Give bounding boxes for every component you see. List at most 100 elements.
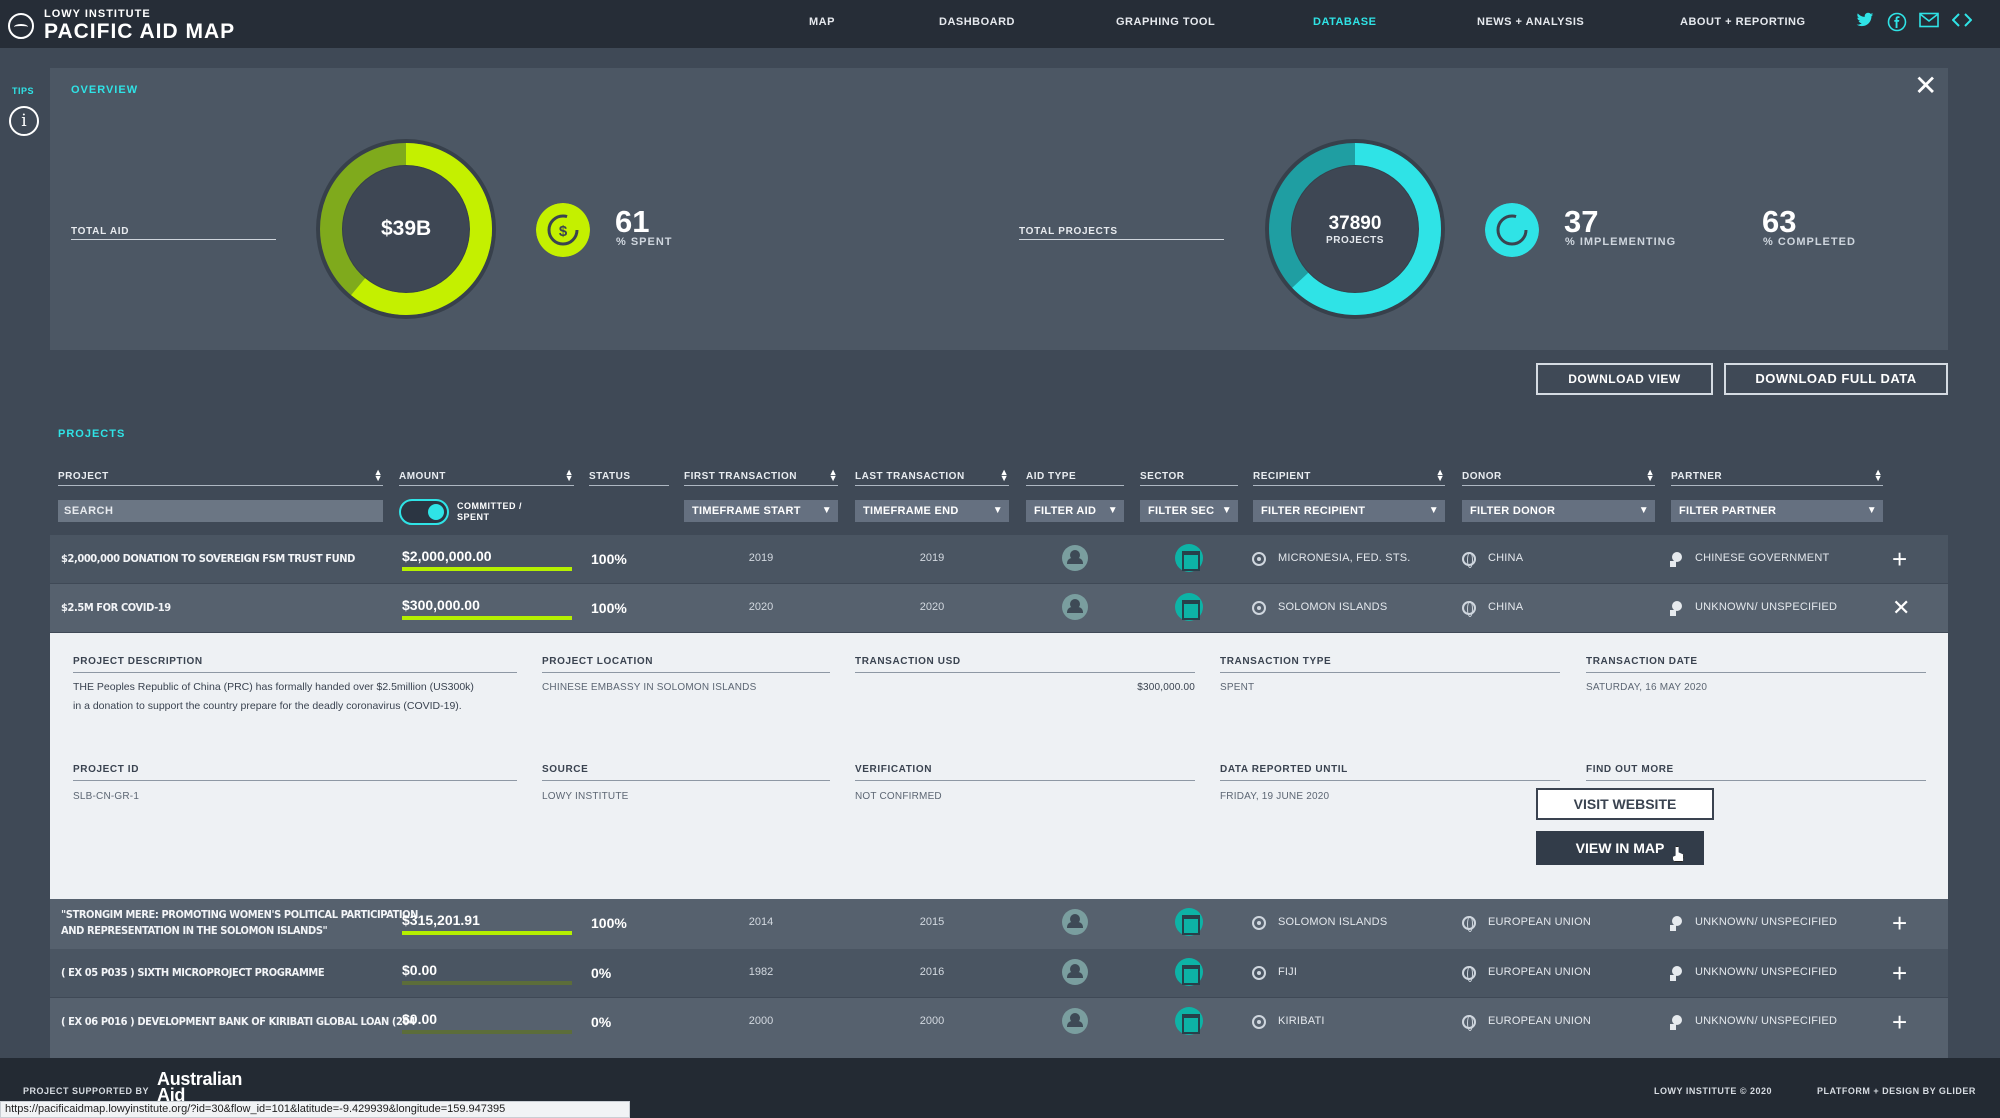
amount-bar [402, 567, 572, 571]
sort-icon[interactable]: ▲ ▼ [565, 468, 574, 483]
download-view-button[interactable]: DOWNLOAD VIEW [1536, 363, 1713, 395]
amount-value: $300,000.00 [402, 597, 480, 613]
filter-partner-select[interactable]: FILTER PARTNER ▼ [1671, 500, 1883, 522]
last-transaction: 2016 [919, 966, 945, 978]
donor-value: EUROPEAN UNION [1488, 1015, 1592, 1027]
mail-icon[interactable] [1919, 12, 1939, 32]
table-row[interactable]: $2,000,000 DONATION TO SOVEREIGN FSM TRU… [50, 535, 1948, 583]
implementing-icon [1485, 203, 1539, 257]
column-aid-type: AID TYPE [1026, 471, 1124, 486]
filter-recipient-select[interactable]: FILTER RECIPIENT ▼ [1253, 500, 1445, 522]
visit-website-button[interactable]: VISIT WEBSITE [1536, 788, 1714, 820]
column-project[interactable]: PROJECT ▲ ▼ [58, 468, 383, 486]
amount-bar [402, 931, 572, 935]
logo-title: PACIFIC AID MAP [44, 20, 236, 43]
location-pin-icon [1252, 966, 1266, 980]
nav-dashboard[interactable]: DASHBOARD [939, 16, 1015, 28]
expand-row-icon[interactable]: + [1892, 1009, 1907, 1035]
download-full-data-button[interactable]: DOWNLOAD FULL DATA [1724, 363, 1948, 395]
aid-type-icon[interactable] [1062, 909, 1088, 935]
filter-aid-select[interactable]: FILTER AID ▼ [1026, 500, 1124, 522]
project-name: $2.5M FOR COVID-19 [61, 601, 171, 614]
table-row[interactable]: ( EX 06 P016 ) DEVELOPMENT BANK OF KIRIB… [50, 998, 1948, 1058]
timeframe-end-select[interactable]: TIMEFRAME END ▼ [855, 500, 1009, 522]
table-row[interactable]: $2.5M FOR COVID-19 $300,000.00 100% 2020… [50, 584, 1948, 632]
expand-row-icon[interactable]: + [1892, 910, 1907, 936]
nav-map[interactable]: MAP [809, 16, 835, 28]
expand-row-icon[interactable]: + [1892, 960, 1907, 986]
amount-bar [402, 616, 572, 620]
nav-graphing-tool[interactable]: GRAPHING TOOL [1116, 16, 1215, 28]
sort-icon[interactable]: ▲ ▼ [374, 468, 383, 483]
partner-value: UNKNOWN/ UNSPECIFIED [1695, 1015, 1838, 1027]
column-first-transaction[interactable]: FIRST TRANSACTION ▲ ▼ [684, 468, 838, 486]
column-last-transaction[interactable]: LAST TRANSACTION ▲ ▼ [855, 468, 1009, 486]
globe-icon [1462, 552, 1476, 568]
expand-row-icon[interactable]: + [1892, 546, 1907, 572]
table-row[interactable]: ( EX 05 P035 ) SIXTH MICROPROJECT PROGRA… [50, 949, 1948, 997]
sector-chart-icon[interactable] [1175, 958, 1203, 986]
transaction-date-value: SATURDAY, 16 MAY 2020 [1586, 682, 1708, 693]
info-icon[interactable]: i [9, 106, 39, 136]
donor-value: CHINA [1488, 601, 1524, 613]
description-line-1: THE Peoples Republic of China (PRC) has … [73, 681, 474, 693]
aid-type-icon[interactable] [1062, 545, 1088, 571]
project-name: ( EX 05 P035 ) SIXTH MICROPROJECT PROGRA… [61, 966, 325, 979]
column-amount[interactable]: AMOUNT ▲ ▼ [399, 468, 574, 486]
toggle-label: COMMITTED / SPENT [457, 501, 522, 522]
spent-value: 61 [615, 204, 650, 239]
sort-icon[interactable]: ▲ ▼ [1646, 468, 1655, 483]
logo[interactable]: LOWY INSTITUTE PACIFIC AID MAP [8, 9, 235, 42]
nav-about-reporting[interactable]: ABOUT + REPORTING [1680, 16, 1806, 28]
amount-bar [402, 981, 572, 985]
amount-bar-fill [402, 567, 572, 571]
embed-icon[interactable] [1951, 12, 1973, 32]
column-recipient[interactable]: RECIPIENT ▲ ▼ [1253, 468, 1445, 486]
sector-government-icon[interactable] [1175, 908, 1203, 936]
collapse-row-icon[interactable]: ✕ [1892, 595, 1910, 621]
australian-aid-logo[interactable]: Australian Aid [157, 1070, 242, 1104]
filter-sector-select[interactable]: FILTER SEC ▼ [1140, 500, 1238, 522]
sector-government-icon[interactable] [1175, 544, 1203, 572]
project-name: "STRONGIM MERE: PROMOTING WOMEN'S POLITI… [61, 908, 419, 921]
aid-type-icon[interactable] [1062, 1008, 1088, 1034]
sort-icon[interactable]: ▲ ▼ [829, 468, 838, 483]
browser-status-url: https://pacificaidmap.lowyinstitute.org/… [0, 1101, 630, 1118]
status-value: 0% [591, 1014, 612, 1030]
location-pin-icon [1252, 552, 1266, 566]
nav-news-analysis[interactable]: NEWS + ANALYSIS [1477, 16, 1584, 28]
table-row[interactable]: "STRONGIM MERE: PROMOTING WOMEN'S POLITI… [50, 899, 1948, 949]
chevron-down-icon: ▼ [1428, 505, 1439, 516]
aid-type-icon[interactable] [1062, 594, 1088, 620]
committed-spent-toggle[interactable] [399, 499, 449, 525]
total-projects-label: TOTAL PROJECTS [1019, 226, 1224, 240]
close-overview-icon[interactable]: ✕ [1914, 72, 1937, 100]
first-transaction: 2019 [748, 552, 774, 564]
partner-icon [1670, 916, 1682, 931]
design-credit[interactable]: PLATFORM + DESIGN BY GLIDER [1817, 1086, 1976, 1096]
timeframe-start-select[interactable]: TIMEFRAME START ▼ [684, 500, 838, 522]
sector-finance-icon[interactable] [1175, 1007, 1203, 1035]
filter-donor-select[interactable]: FILTER DONOR ▼ [1462, 500, 1655, 522]
column-donor[interactable]: DONOR ▲ ▼ [1462, 468, 1655, 486]
last-transaction: 2020 [919, 601, 945, 613]
projects-title: PROJECTS [58, 428, 126, 440]
nav-database[interactable]: DATABASE [1313, 16, 1376, 28]
aid-type-icon[interactable] [1062, 959, 1088, 985]
transaction-usd-value: $300,000.00 [1137, 682, 1195, 693]
description-heading: PROJECT DESCRIPTION [73, 656, 517, 673]
column-partner[interactable]: PARTNER ▲ ▼ [1671, 468, 1883, 486]
location-pin-icon [1252, 601, 1266, 615]
sort-icon[interactable]: ▲ ▼ [1000, 468, 1009, 483]
search-input[interactable]: SEARCH [58, 500, 383, 522]
total-aid-value: $39B [381, 217, 432, 240]
transaction-date-heading: TRANSACTION DATE [1586, 656, 1926, 673]
twitter-icon[interactable] [1855, 12, 1875, 32]
facebook-icon[interactable] [1887, 12, 1907, 32]
sector-government-icon[interactable] [1175, 593, 1203, 621]
donor-value: EUROPEAN UNION [1488, 966, 1592, 978]
sort-icon[interactable]: ▲ ▼ [1436, 468, 1445, 483]
sort-icon[interactable]: ▲ ▼ [1874, 468, 1883, 483]
recipient-value: FIJI [1278, 966, 1298, 978]
supported-by-label: PROJECT SUPPORTED BY [23, 1086, 150, 1096]
